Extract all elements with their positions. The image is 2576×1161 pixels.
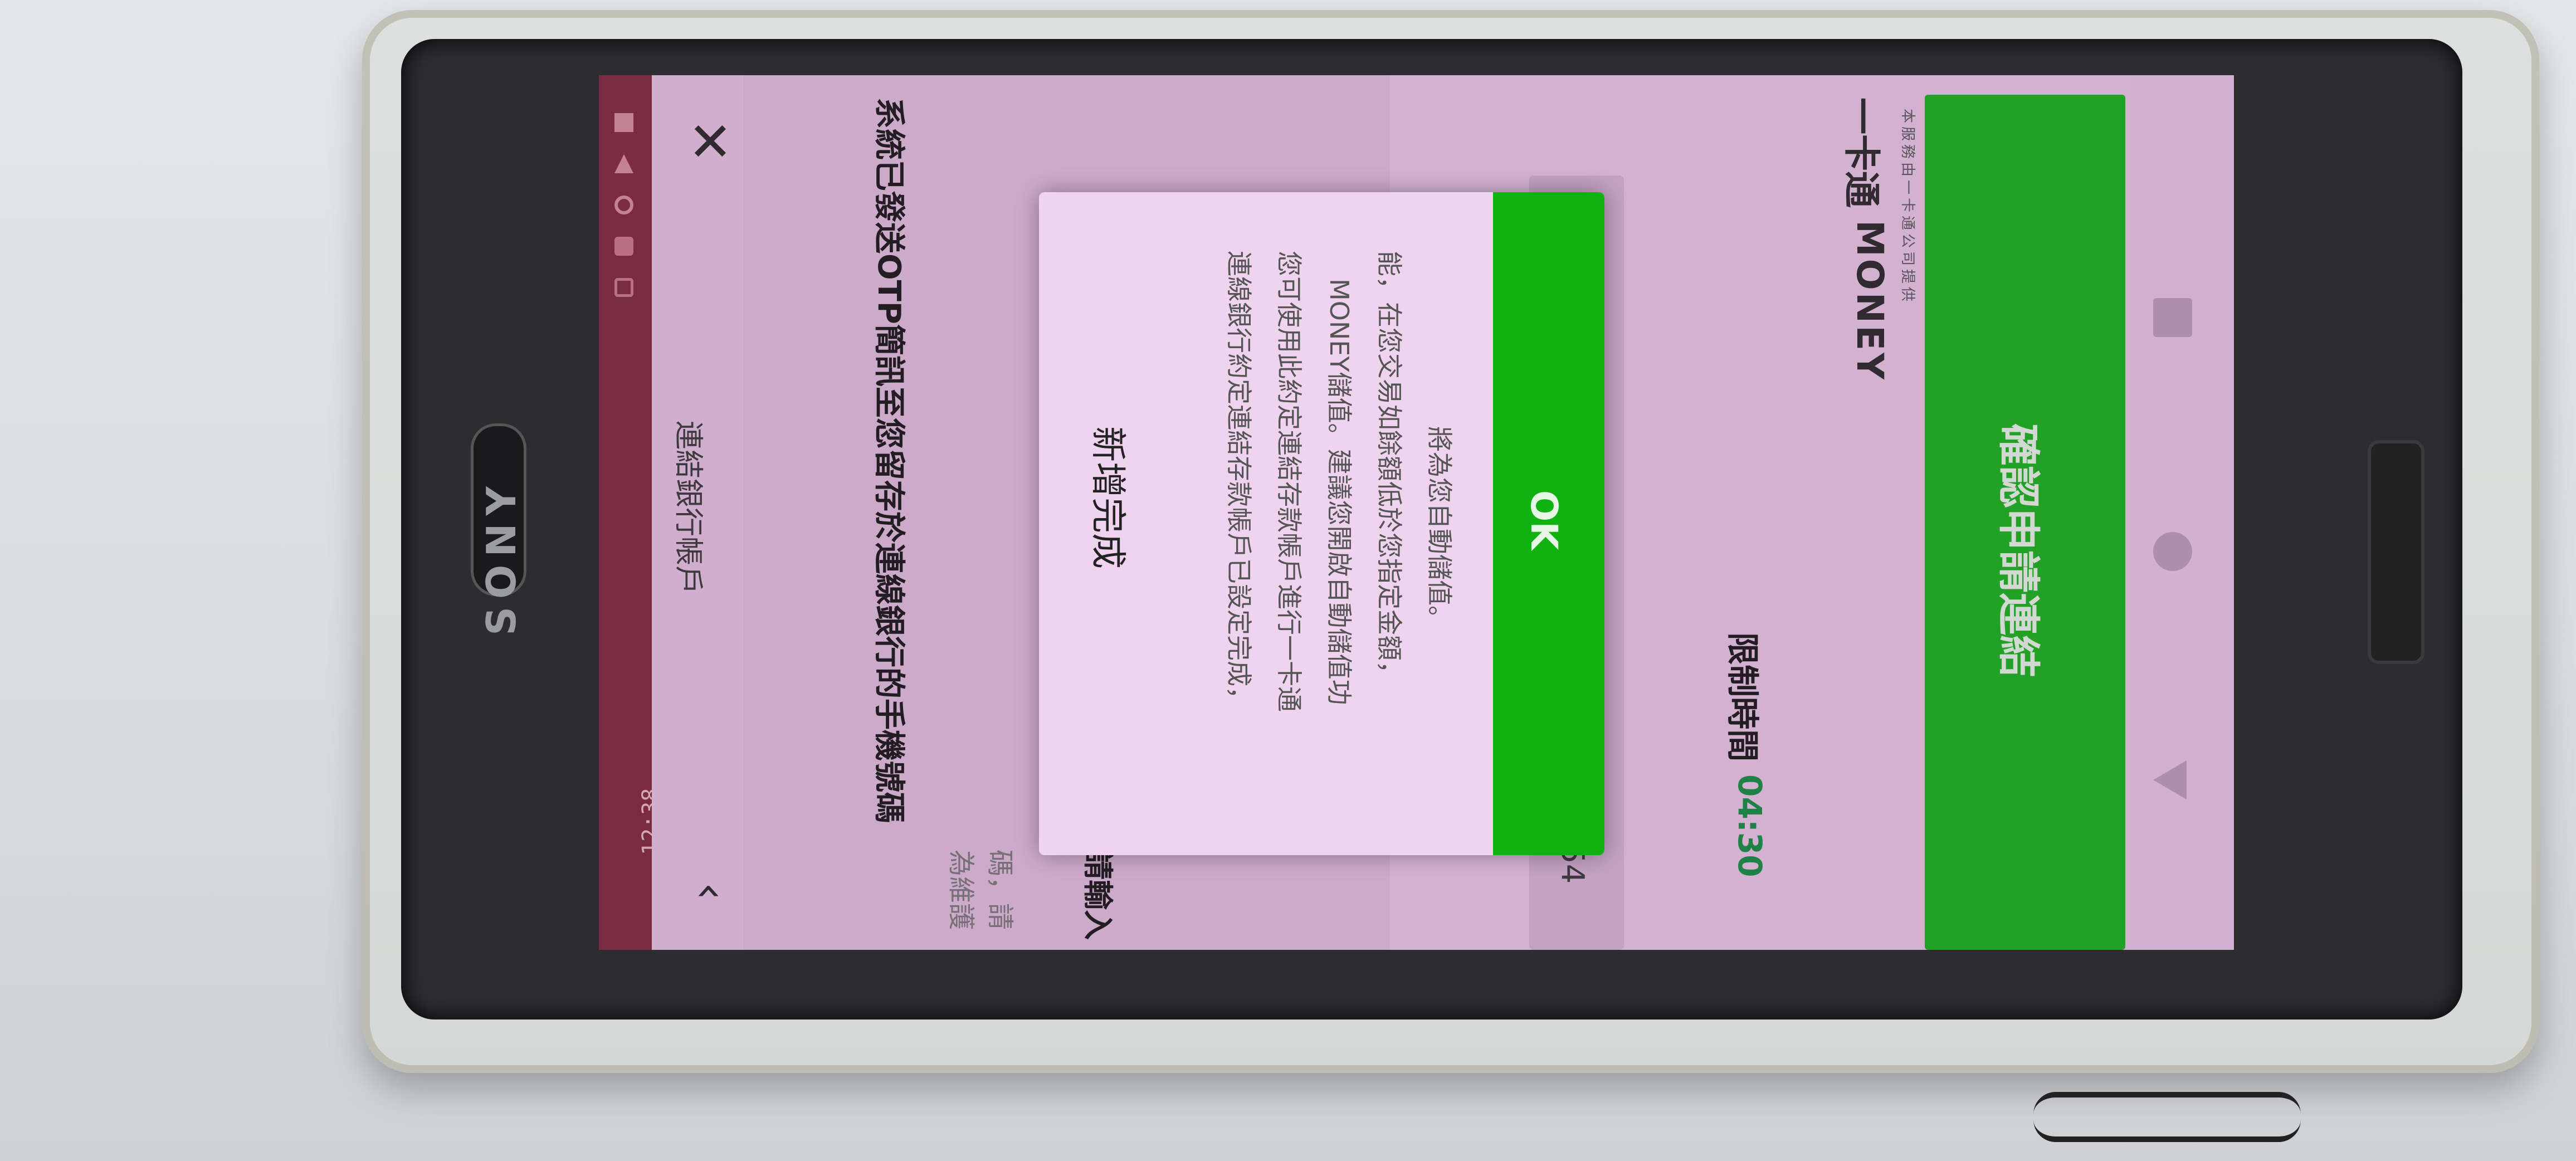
brand-logo: SONY — [478, 479, 525, 636]
bottom-speaker — [2368, 440, 2424, 664]
lanyard — [2033, 1092, 2301, 1142]
dialog-line: 您可使用此約定連結存款帳戶進行一卡通 — [1274, 251, 1304, 712]
dialog-line: MONEY儲值。建議您開啟自動儲值功 — [1324, 279, 1354, 705]
ok-label: OK — [1523, 490, 1565, 550]
ok-button[interactable]: OK — [1493, 192, 1604, 855]
success-dialog: 新增完成 連線銀行約定連結存款帳戶已設定完成， 您可使用此約定連結存款帳戶進行一… — [1039, 192, 1604, 855]
dialog-line: 將為您自動儲值。 — [1424, 426, 1455, 631]
dialog-line: 能，在您交易如餘額低於您指定金額， — [1374, 251, 1404, 686]
dialog-line: 連線銀行約定連結存款帳戶已設定完成， — [1224, 251, 1254, 712]
phone-screen: 12:38 連結銀行帳戶 ‹ ✕ 系統已發送OTP簡訊至您留存於連線銀行的手機號… — [599, 75, 2234, 950]
dialog-message: 連線銀行約定連結存款帳戶已設定完成， 您可使用此約定連結存款帳戶進行一卡通 MO… — [1039, 192, 1493, 855]
